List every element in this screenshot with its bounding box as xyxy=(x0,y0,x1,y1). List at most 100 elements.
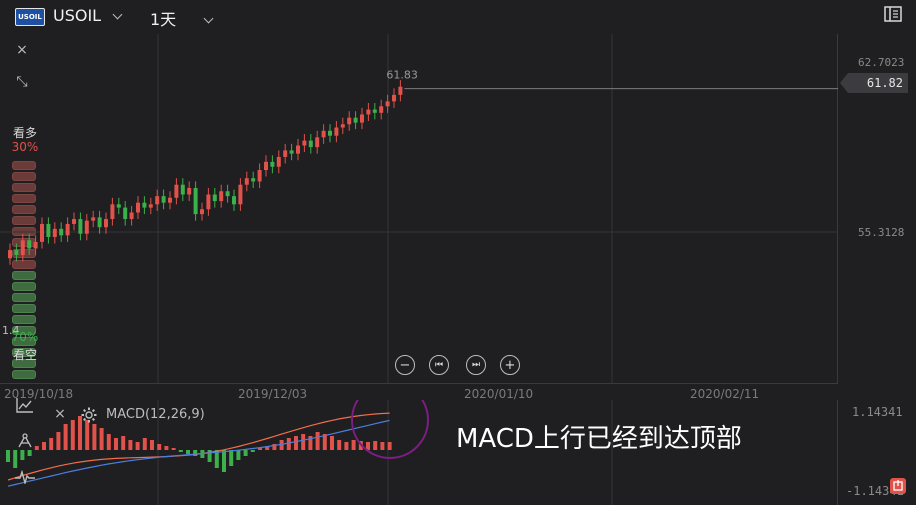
usoil-logo: USOIL xyxy=(15,8,45,26)
macd-histogram-bar xyxy=(42,442,46,450)
candle-body xyxy=(379,106,384,113)
candle-body xyxy=(366,109,371,115)
candle-body xyxy=(129,212,134,220)
candle-body xyxy=(315,137,320,148)
timeframe-selector[interactable]: 1天 xyxy=(150,6,214,30)
candle-body xyxy=(385,101,390,107)
timeframe-label: 1天 xyxy=(150,10,177,29)
macd-histogram-bar xyxy=(13,450,18,468)
layout-toggle-icon[interactable] xyxy=(884,6,902,22)
candle-body xyxy=(193,187,198,215)
jump-end-button[interactable]: ⏭ xyxy=(466,355,486,375)
candle-body xyxy=(257,170,262,182)
candle-body xyxy=(168,197,172,203)
candle-body xyxy=(20,240,25,255)
macd-histogram-bar xyxy=(171,448,176,450)
macd-histogram-bar xyxy=(157,444,162,450)
candle-body xyxy=(283,150,288,157)
candle-body xyxy=(59,228,64,236)
top-bar: USOIL USOIL 1天 xyxy=(0,0,916,34)
candle-body xyxy=(97,217,102,228)
macd-histogram-bar xyxy=(243,450,248,456)
macd-histogram-bar xyxy=(330,436,334,450)
candle-body xyxy=(206,194,211,210)
candle-body xyxy=(334,127,339,136)
macd-histogram-bar xyxy=(164,446,169,450)
macd-histogram-bar xyxy=(186,450,190,454)
candle-body xyxy=(238,184,243,205)
macd-histogram-bar xyxy=(344,442,349,450)
candle-body xyxy=(270,161,275,167)
zoom-in-button[interactable]: + xyxy=(500,355,520,375)
macd-annotation: MACD上行已经到达顶部 xyxy=(456,424,742,454)
candle-body xyxy=(251,178,256,182)
candle-body xyxy=(302,140,307,146)
plus-icon: + xyxy=(504,357,516,373)
macd-histogram-bar xyxy=(142,438,147,450)
macd-histogram-bar xyxy=(301,434,306,450)
candle-body xyxy=(296,145,300,154)
last-price-tag: 61.82 xyxy=(840,73,908,93)
candle-body xyxy=(40,223,44,242)
drawing-tool-icon[interactable] xyxy=(16,432,34,452)
candle-body xyxy=(84,220,89,234)
date-label: 2020/01/10 xyxy=(464,387,534,401)
macd-histogram-bar xyxy=(351,440,356,450)
jump-start-button[interactable]: ⏮ xyxy=(429,355,449,375)
macd-histogram-bar xyxy=(222,450,226,472)
candle-body xyxy=(78,219,83,234)
candle-body xyxy=(276,156,281,167)
candle-body xyxy=(347,117,352,125)
pulse-icon[interactable] xyxy=(14,469,36,488)
macd-histogram-bar xyxy=(56,432,61,450)
candle-body xyxy=(110,204,115,220)
candle-body xyxy=(14,250,19,255)
candle-body xyxy=(200,209,204,215)
candle-body xyxy=(72,219,76,224)
indicator-chart-icon[interactable] xyxy=(16,397,34,417)
candle-body xyxy=(174,184,179,198)
close-macd-icon[interactable]: × xyxy=(54,406,66,422)
macd-title: MACD(12,26,9) xyxy=(106,407,205,422)
candle-body xyxy=(136,202,140,213)
macd-histogram-bar xyxy=(178,450,183,452)
candle-body xyxy=(340,124,345,128)
candle-body xyxy=(104,219,108,228)
candle-body xyxy=(142,202,147,208)
zoom-out-button[interactable]: − xyxy=(395,355,415,375)
macd-histogram-bar xyxy=(6,450,10,462)
macd-histogram-bar xyxy=(387,442,392,450)
minus-icon: − xyxy=(399,357,411,373)
last-price-label: 61.83 xyxy=(386,69,418,82)
macd-histogram-bar xyxy=(315,432,320,450)
macd-histogram-bar xyxy=(250,450,255,452)
macd-histogram-bar xyxy=(99,428,104,450)
candle-body xyxy=(155,196,160,205)
gear-icon[interactable] xyxy=(81,407,97,423)
date-label: 2019/12/03 xyxy=(238,387,308,401)
candle-body xyxy=(91,217,96,221)
macd-histogram-bar xyxy=(135,442,140,450)
macd-histogram-bar xyxy=(337,440,342,450)
macd-histogram-bar xyxy=(70,420,75,450)
macd-histogram-bar xyxy=(236,450,241,460)
candle-body xyxy=(187,187,192,195)
export-icon[interactable] xyxy=(890,478,906,494)
candle-body xyxy=(8,250,12,259)
date-label: 2020/02/11 xyxy=(690,387,760,401)
skip-forward-icon: ⏭ xyxy=(471,360,481,370)
candle-body xyxy=(33,241,38,249)
candle-body xyxy=(46,223,51,238)
macd-histogram-bar xyxy=(294,436,298,450)
price-tick-mid: 55.3128 xyxy=(858,226,905,239)
date-label: 2019/10/18 xyxy=(4,387,74,401)
macd-histogram-bar xyxy=(34,446,39,450)
macd-scale-top: 1.14341 xyxy=(852,405,903,419)
symbol-selector[interactable]: USOIL xyxy=(53,6,123,25)
skip-back-icon: ⏮ xyxy=(434,360,444,370)
candlestick-chart[interactable]: 61.83 xyxy=(0,34,838,384)
chevron-down-icon xyxy=(112,9,123,20)
candle-body xyxy=(244,178,249,185)
candle-body xyxy=(123,207,128,220)
candle-body xyxy=(372,109,377,113)
